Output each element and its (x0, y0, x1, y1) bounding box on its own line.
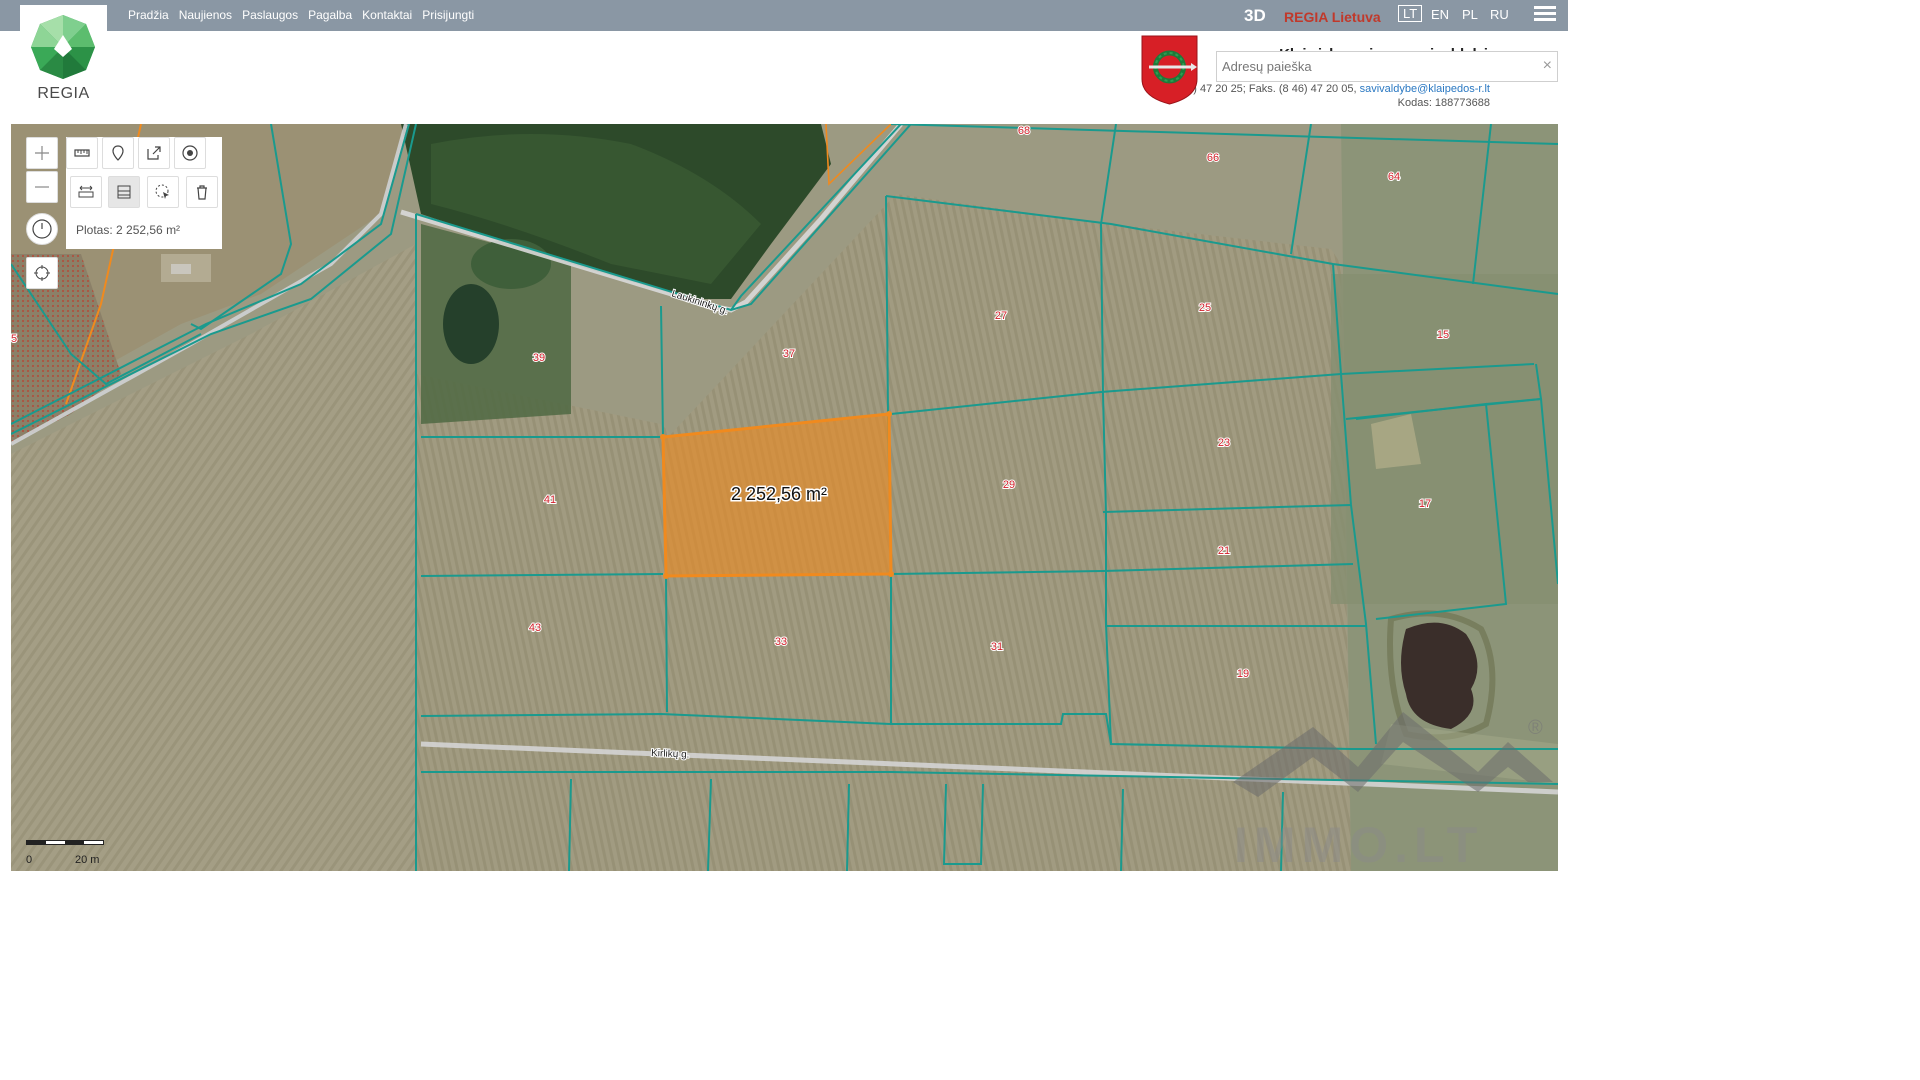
area-label: 2 252,56 m² (731, 484, 827, 504)
parcel-number: 23 (1218, 437, 1230, 449)
lang-lt[interactable]: LT (1398, 5, 1423, 22)
regia-logo[interactable]: REGIA (20, 5, 107, 117)
parcel-number: 21 (1218, 545, 1230, 557)
parcel-number: 43 (529, 622, 541, 634)
measure-distance-button[interactable] (70, 176, 102, 208)
coat-of-arms-icon (1141, 35, 1198, 105)
parcel-number: 64 (1388, 171, 1400, 183)
parcel-number: 15 (1437, 329, 1449, 341)
measure-area-button[interactable] (108, 176, 140, 208)
lang-pl[interactable]: PL (1462, 7, 1478, 22)
immo-watermark: ® IMMO.LT (1233, 712, 1553, 872)
parcel-number: 27 (995, 310, 1007, 322)
trash-icon (197, 185, 207, 200)
map-pin-icon (112, 145, 124, 161)
lang-en[interactable]: EN (1431, 7, 1449, 22)
parcel-number: 29 (1003, 479, 1015, 491)
main-nav: Pradžia Naujienos Paslaugos Pagalba Kont… (128, 8, 474, 22)
cursor-select-icon (155, 184, 169, 199)
search-input[interactable] (1217, 52, 1517, 81)
plus-icon (35, 146, 49, 160)
watermark-text: IMMO.LT (1234, 817, 1483, 872)
address-search: × (1216, 51, 1558, 82)
delete-button[interactable] (186, 176, 218, 208)
registered-mark: ® (1528, 717, 1543, 739)
parcel-number: 41 (544, 494, 556, 506)
top-bar: Pradžia Naujienos Paslaugos Pagalba Kont… (0, 0, 1568, 31)
parcel-number: 25 (1199, 302, 1211, 314)
menu-icon[interactable] (1534, 6, 1556, 24)
area-readout: Plotas: 2 252,56 m² (76, 223, 181, 237)
parcel-number: 37 (783, 348, 795, 360)
clock-icon (32, 219, 52, 239)
regia-logo-icon (31, 15, 95, 79)
ruler-icon (74, 149, 90, 157)
share-icon (147, 146, 161, 160)
zoom-in-button[interactable] (26, 137, 58, 169)
share-button[interactable] (138, 137, 170, 169)
scale-zero: 0 (26, 854, 33, 866)
municipality-contacts: Tel. (8 46) 47 20 25; Faks. (8 46) 47 20… (1148, 82, 1490, 96)
parcel-number: 31 (991, 641, 1003, 653)
clear-icon[interactable]: × (1543, 57, 1552, 75)
parcel-number: 17 (1419, 498, 1431, 510)
scale-distance: 20 m (75, 854, 100, 866)
parcel-number: 68 (1018, 125, 1030, 137)
measure-area-icon (117, 185, 131, 199)
logo-text: REGIA (37, 85, 90, 102)
parcel-number: 39 (533, 352, 545, 364)
street-label-kirliku: Kirlikų g. (651, 748, 690, 761)
scale-bar-graphic (26, 840, 104, 845)
measure-distance-icon (78, 185, 94, 198)
target-icon (182, 145, 198, 161)
parcel-number: 33 (775, 636, 787, 648)
scale-bar: 0 20 m (26, 840, 104, 866)
municipality-email[interactable]: savivaldybe@klaipedos-r.lt (1360, 83, 1490, 95)
zoom-out-button[interactable] (26, 171, 58, 203)
nav-prisijungti[interactable]: Prisijungti (422, 8, 474, 22)
target-button[interactable] (174, 137, 206, 169)
3d-button[interactable]: 3D (1244, 6, 1266, 26)
lang-ru[interactable]: RU (1490, 7, 1509, 22)
municipality-code: Kodas: 188773688 (1397, 97, 1490, 109)
parcel-number: 19 (1237, 668, 1249, 680)
history-button[interactable] (26, 213, 58, 245)
measure-button[interactable] (66, 137, 98, 169)
select-tool-button[interactable] (147, 176, 179, 208)
minus-icon (35, 186, 49, 188)
crosshair-icon (34, 265, 50, 281)
nav-pagalba[interactable]: Pagalba (308, 8, 352, 22)
parcel-number: 5 (11, 333, 17, 345)
location-pin-button[interactable] (102, 137, 134, 169)
parcel-number: 66 (1207, 152, 1219, 164)
nav-kontaktai[interactable]: Kontaktai (362, 8, 412, 22)
locate-me-button[interactable] (26, 257, 58, 289)
nav-pradzia[interactable]: Pradžia (128, 8, 169, 22)
nav-paslaugos[interactable]: Paslaugos (242, 8, 298, 22)
nav-naujienos[interactable]: Naujienos (179, 8, 232, 22)
regia-lietuva-link[interactable]: REGIA Lietuva (1284, 9, 1381, 25)
